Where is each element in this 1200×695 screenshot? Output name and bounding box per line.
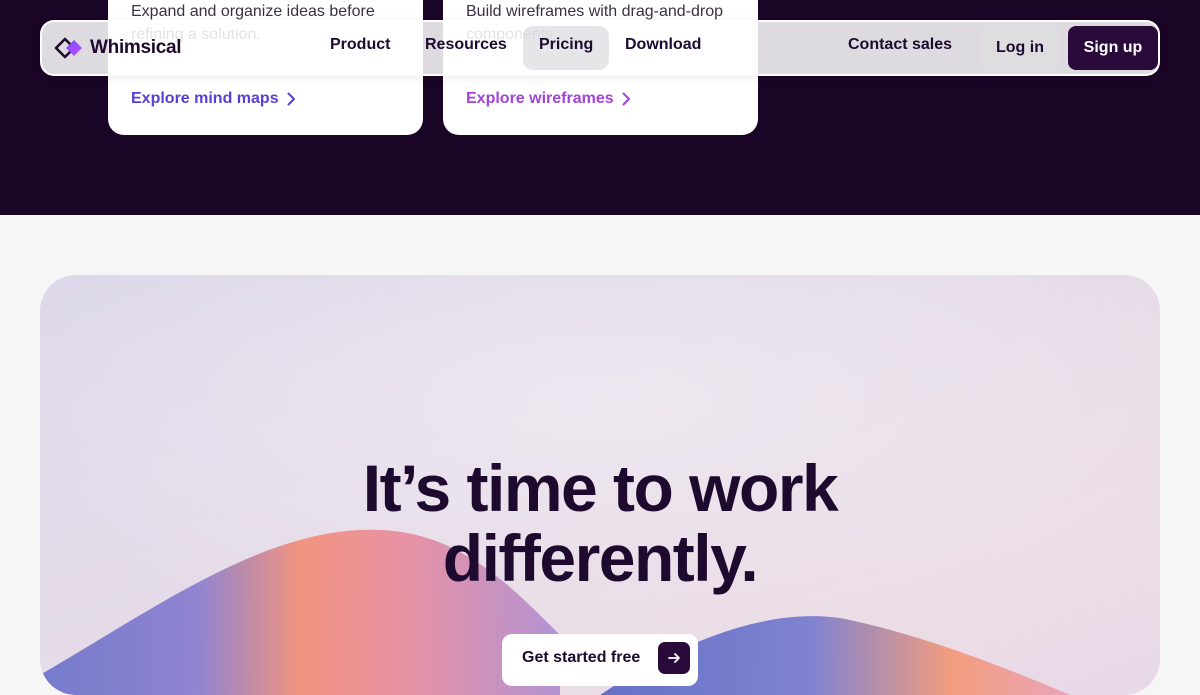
hero-title-line-2: differently.: [442, 521, 759, 595]
chevron-right-icon: [287, 92, 295, 106]
card-link-label: Explore mind maps: [131, 90, 279, 107]
nav-item-pricing[interactable]: Pricing: [539, 36, 593, 54]
brand-name: Whimsical: [90, 37, 182, 58]
log-in-button[interactable]: Log in: [981, 26, 1059, 70]
explore-mind-maps-link[interactable]: Explore mind maps: [131, 90, 296, 108]
hero-title-line-1: It’s time to work: [362, 451, 839, 525]
cta-label: Get started free: [522, 649, 641, 666]
contact-sales-link[interactable]: Contact sales: [848, 36, 952, 54]
nav-item-product[interactable]: Product: [330, 36, 390, 54]
nav-item-resources[interactable]: Resources: [425, 36, 507, 54]
get-started-free-button[interactable]: Get started free: [502, 634, 698, 686]
brand-logo[interactable]: Whimsical: [54, 35, 182, 61]
top-navigation-bar: Whimsical Product Resources Pricing Down…: [40, 20, 1160, 76]
card-link-label: Explore wireframes: [466, 90, 614, 107]
sign-up-button[interactable]: Sign up: [1068, 26, 1158, 70]
nav-item-download[interactable]: Download: [625, 36, 701, 54]
explore-wireframes-link[interactable]: Explore wireframes: [466, 90, 631, 108]
hero-cta-section: It’s time to work differently. Get start…: [40, 275, 1160, 695]
chevron-right-icon: [622, 92, 630, 106]
arrow-right-icon: [658, 642, 690, 674]
whimsical-logo-icon: [54, 37, 82, 59]
hero-title: It’s time to work differently.: [40, 453, 1160, 593]
